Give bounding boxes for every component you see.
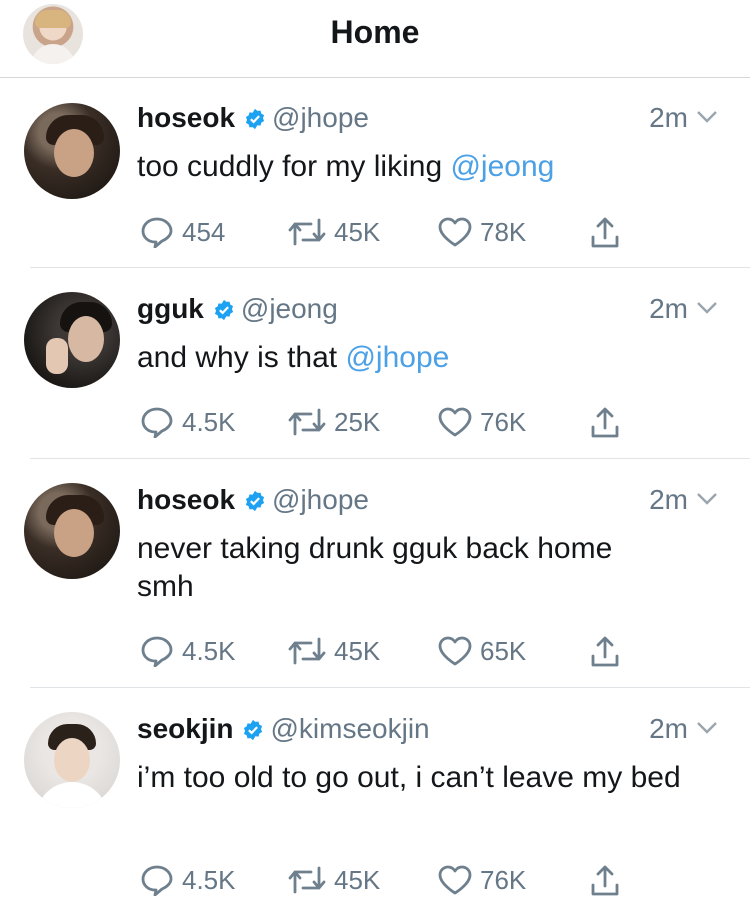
verified-badge-icon: [245, 108, 265, 130]
avatar[interactable]: [24, 483, 120, 579]
reply-icon: [141, 217, 173, 249]
avatar[interactable]: [24, 292, 120, 388]
tweet-body: i’m too old to go out, i can’t leave my …: [137, 761, 681, 794]
retweet-button[interactable]: 25K: [288, 402, 380, 438]
retweet-count: 45K: [334, 217, 381, 248]
action-bar: 4.5K 25K 76K: [140, 402, 660, 439]
retweet-icon: [288, 866, 326, 894]
verified-badge-icon: [245, 490, 265, 512]
avatar[interactable]: [24, 103, 120, 199]
avatar[interactable]: [24, 712, 120, 808]
like-button[interactable]: 78K: [438, 212, 526, 248]
tweet-author: seokjin @kimseokjin: [137, 711, 430, 747]
author-handle[interactable]: @jhope: [272, 102, 369, 133]
verified-badge-icon: [244, 719, 263, 741]
reply-count: 4.5K: [182, 407, 236, 438]
tweet-time: 2m: [649, 291, 718, 327]
reply-button[interactable]: 4.5K: [140, 860, 236, 897]
retweet-count: 25K: [334, 407, 381, 438]
tweet-text: too cuddly for my liking @jeong: [137, 148, 727, 186]
verified-badge-icon: [214, 299, 233, 321]
tweet-text: i’m too old to go out, i can’t leave my …: [137, 759, 697, 797]
author-handle[interactable]: @jhope: [272, 484, 369, 515]
tweet-time: 2m: [649, 711, 718, 747]
reply-count: 454: [182, 217, 226, 248]
heart-icon: [438, 217, 472, 247]
share-button[interactable]: [590, 212, 628, 248]
author-handle[interactable]: @kimseokjin: [270, 713, 429, 744]
like-button[interactable]: 76K: [438, 402, 526, 438]
retweet-icon: [288, 637, 326, 665]
tweet-time: 2m: [649, 100, 718, 136]
author-handle[interactable]: @jeong: [241, 293, 338, 324]
mention-link[interactable]: @jhope: [345, 341, 449, 374]
chevron-down-icon[interactable]: [696, 721, 718, 735]
like-button[interactable]: 65K: [438, 631, 526, 667]
chevron-down-icon[interactable]: [696, 301, 718, 315]
reply-icon: [141, 865, 173, 897]
retweet-count: 45K: [334, 865, 381, 896]
chevron-down-icon[interactable]: [696, 492, 718, 506]
retweet-button[interactable]: 45K: [288, 631, 380, 667]
share-button[interactable]: [590, 402, 628, 438]
action-bar: 4.5K 45K 76K: [140, 860, 660, 897]
timestamp: 2m: [649, 293, 688, 324]
author-name[interactable]: hoseok: [137, 102, 235, 133]
share-icon: [591, 865, 619, 896]
retweet-button[interactable]: 45K: [288, 860, 380, 896]
like-count: 65K: [480, 636, 527, 667]
tweet-body: too cuddly for my liking: [137, 150, 451, 183]
tweet[interactable]: hoseok @jhope 2m too cuddly for my liking…: [0, 78, 750, 268]
heart-icon: [438, 636, 472, 666]
reply-button[interactable]: 454: [140, 212, 226, 249]
retweet-icon: [288, 408, 326, 436]
like-count: 76K: [480, 407, 527, 438]
timestamp: 2m: [649, 102, 688, 133]
action-bar: 454 45K 78K: [140, 212, 660, 249]
share-icon: [591, 217, 619, 248]
heart-icon: [438, 865, 472, 895]
share-icon: [591, 636, 619, 667]
reply-button[interactable]: 4.5K: [140, 402, 236, 439]
retweet-count: 45K: [334, 636, 381, 667]
tweet-body: and why is that: [137, 341, 346, 374]
reply-button[interactable]: 4.5K: [140, 631, 236, 668]
tweet-body: never taking drunk gguk back home smh: [137, 532, 613, 603]
reply-icon: [141, 407, 173, 439]
reply-icon: [141, 636, 173, 668]
mention-link[interactable]: @jeong: [450, 150, 554, 183]
timestamp: 2m: [649, 484, 688, 515]
heart-icon: [438, 407, 472, 437]
reply-count: 4.5K: [182, 865, 236, 896]
retweet-button[interactable]: 45K: [288, 212, 380, 248]
reply-count: 4.5K: [182, 636, 236, 667]
tweet[interactable]: hoseok @jhope 2m never taking drunk gguk …: [0, 459, 750, 687]
tweet-text: and why is that @jhope: [137, 339, 727, 377]
author-name[interactable]: seokjin: [137, 713, 233, 744]
tweet-author: hoseok @jhope: [137, 100, 369, 136]
share-icon: [591, 407, 619, 438]
tweet[interactable]: gguk @jeong 2m and why is that @jhope 4.5…: [0, 268, 750, 458]
tweet-author: gguk @jeong: [137, 291, 338, 327]
author-name[interactable]: hoseok: [137, 484, 235, 515]
tweet-author: hoseok @jhope: [137, 482, 369, 518]
tweet[interactable]: seokjin @kimseokjin 2m i’m too old to go …: [0, 688, 750, 908]
tweet-text: never taking drunk gguk back home smh: [137, 530, 677, 606]
chevron-down-icon[interactable]: [696, 110, 718, 124]
like-count: 78K: [480, 217, 527, 248]
share-button[interactable]: [590, 631, 628, 667]
page-title: Home: [330, 14, 420, 50]
like-count: 76K: [480, 865, 527, 896]
tweet-time: 2m: [649, 482, 718, 518]
like-button[interactable]: 76K: [438, 860, 526, 896]
retweet-icon: [288, 218, 326, 246]
timestamp: 2m: [649, 713, 688, 744]
action-bar: 4.5K 45K 65K: [140, 631, 660, 668]
author-name[interactable]: gguk: [137, 293, 204, 324]
top-bar: Home: [0, 0, 750, 78]
share-button[interactable]: [590, 860, 628, 896]
